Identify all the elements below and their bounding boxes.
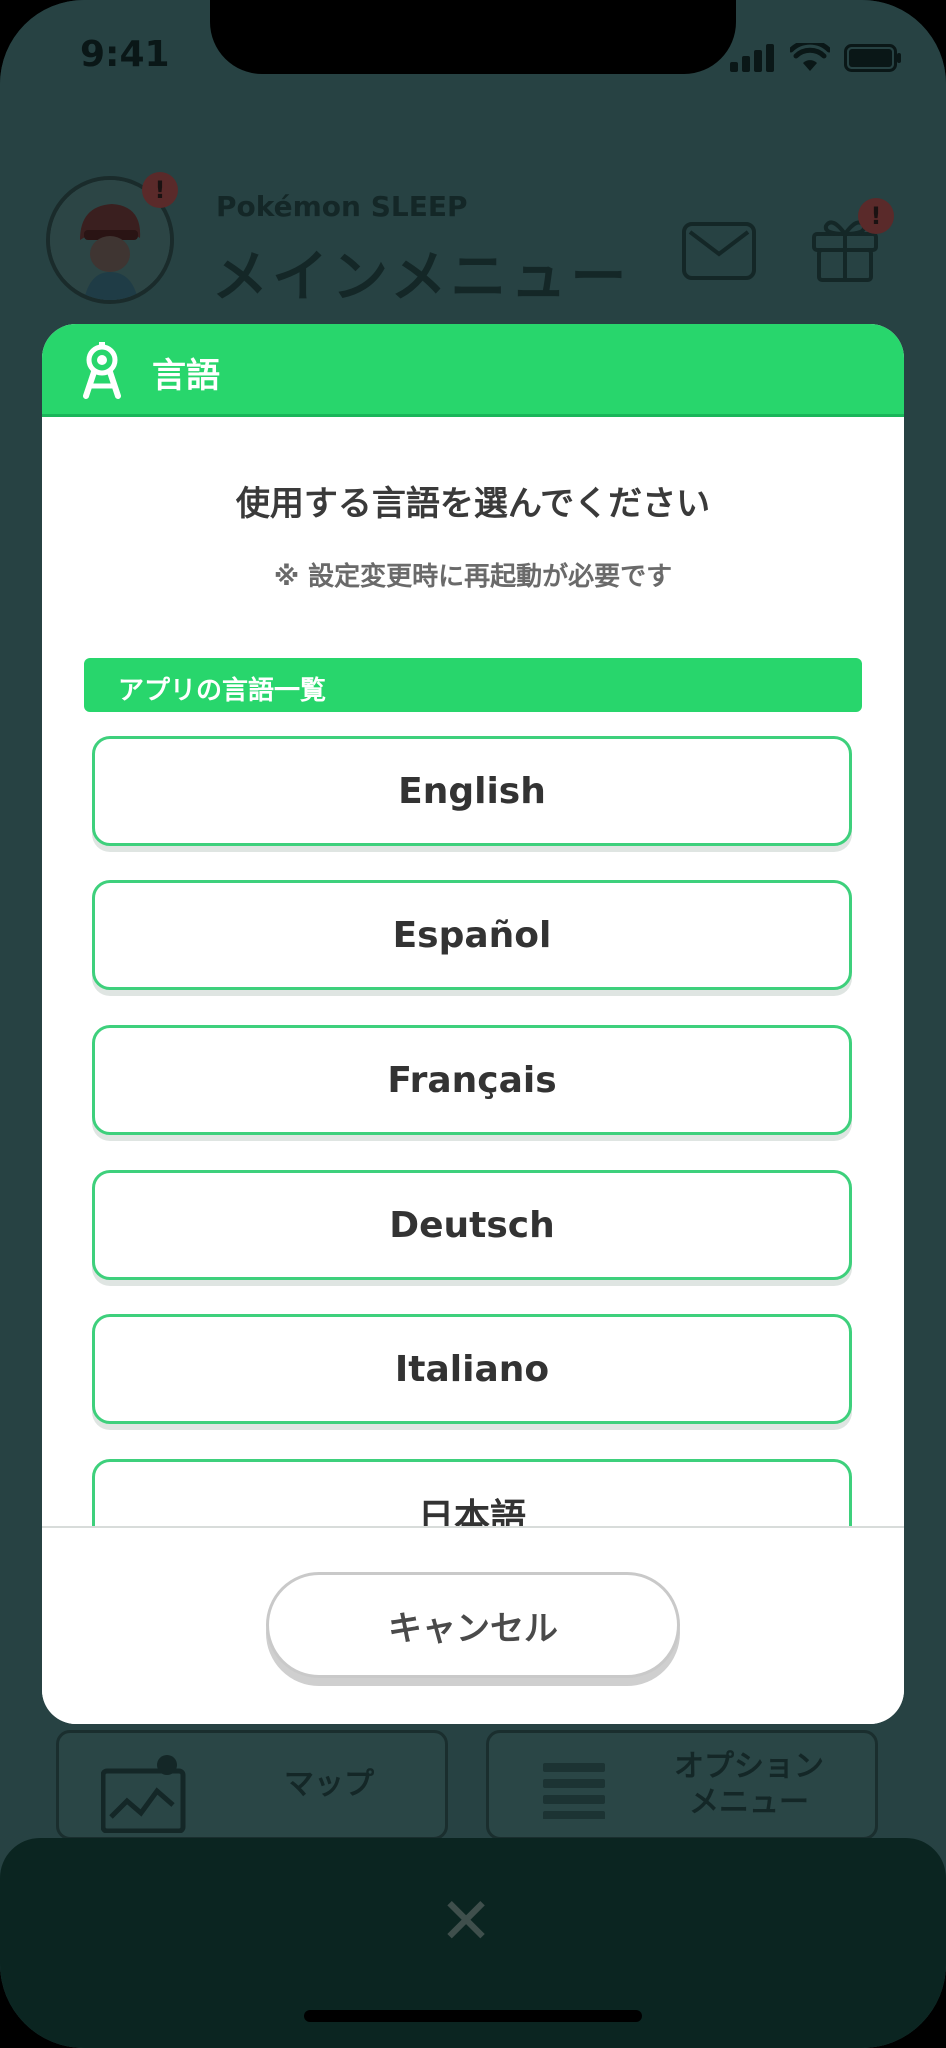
map-card-label: マップ <box>284 1767 374 1802</box>
modal-header: 言語 <box>42 324 904 417</box>
brand-label: Pokémon SLEEP <box>216 190 468 223</box>
language-option-italiano[interactable]: Italiano <box>92 1314 852 1424</box>
restart-note: ※ 設定変更時に再起動が必要です <box>273 562 673 592</box>
list-icon <box>543 1763 605 1819</box>
option-menu-card-label: オプション メニュー <box>674 1749 824 1820</box>
language-modal: 言語 使用する言語を選んでください ※ 設定変更時に再起動が必要です アプリの言… <box>42 324 904 1724</box>
status-icons <box>730 42 902 74</box>
battery-icon <box>844 44 901 72</box>
status-bar: 9:41 <box>0 0 946 116</box>
avatar-alert-badge: ! <box>142 172 178 208</box>
option-menu-card[interactable]: オプション メニュー <box>486 1730 878 1840</box>
mail-icon <box>688 230 750 257</box>
notch <box>210 0 736 74</box>
map-card[interactable]: マップ <box>56 1730 448 1840</box>
language-list-header: アプリの言語一覧 <box>84 658 862 712</box>
cancel-button[interactable]: キャンセル <box>266 1572 680 1678</box>
home-indicator <box>304 2010 642 2022</box>
language-option-espanol[interactable]: Español <box>92 880 852 990</box>
language-option-deutsch[interactable]: Deutsch <box>92 1170 852 1280</box>
wifi-icon <box>790 43 830 71</box>
signal-icon <box>730 44 774 72</box>
language-option-english[interactable]: English <box>92 736 852 846</box>
language-prompt: 使用する言語を選んでください <box>235 484 711 524</box>
language-option-francais[interactable]: Français <box>92 1025 852 1135</box>
phone-screen: 9:41 ! Pokémon SLEEP メインメニュー ! マップ オプション… <box>0 0 946 2048</box>
mail-button[interactable] <box>682 222 756 280</box>
map-icon <box>101 1755 186 1833</box>
status-time: 9:41 <box>80 34 170 75</box>
language-list-label: アプリの言語一覧 <box>118 676 327 706</box>
gift-alert-badge: ! <box>858 198 894 234</box>
compass-icon <box>83 342 121 399</box>
page-title: メインメニュー <box>212 245 631 310</box>
close-icon[interactable]: ✕ <box>438 1890 494 1954</box>
modal-title: 言語 <box>152 356 220 396</box>
